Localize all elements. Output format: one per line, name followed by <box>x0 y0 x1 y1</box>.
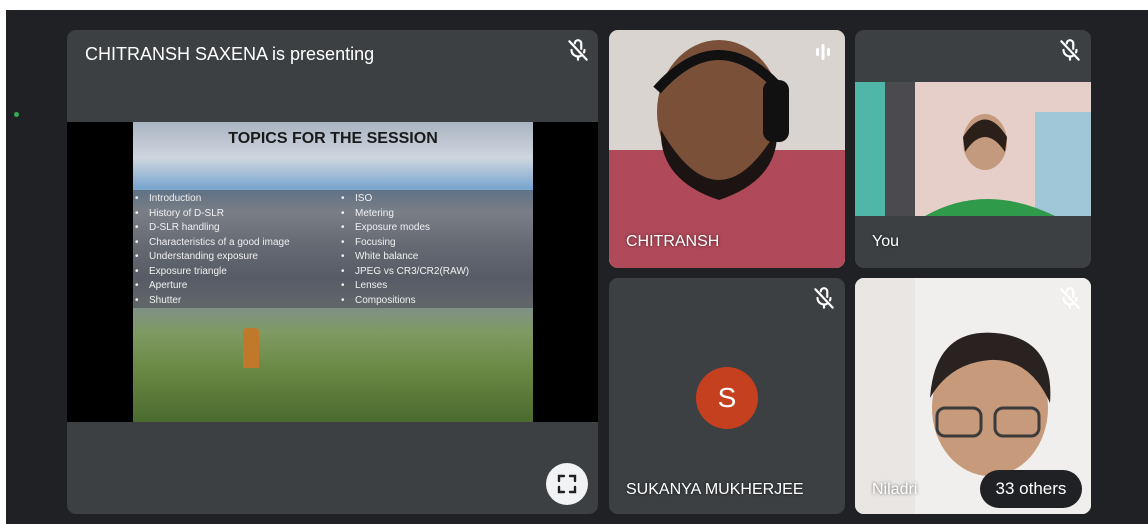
mic-off-icon <box>814 287 834 309</box>
topic-item: History of D-SLR <box>135 207 290 222</box>
participant-name: CHITRANSH <box>626 233 720 250</box>
mic-off-icon <box>1060 39 1080 61</box>
participant-tile-you[interactable]: You <box>855 30 1091 268</box>
avatar: S <box>696 367 758 429</box>
topic-item: White balance <box>341 250 469 265</box>
slide-title: TOPICS FOR THE SESSION <box>228 130 438 147</box>
fullscreen-icon <box>557 474 577 494</box>
participant-name: SUKANYA MUKHERJEE <box>626 481 804 498</box>
topics-right-list: ISO Metering Exposure modes Focusing Whi… <box>341 192 469 308</box>
others-count-button[interactable]: 33 others <box>980 470 1082 508</box>
topic-item: Exposure modes <box>341 221 469 236</box>
audio-level-icon <box>816 44 830 60</box>
mic-off-icon <box>568 39 588 61</box>
activity-dot <box>14 112 19 117</box>
participant-tile-sukanya[interactable]: S SUKANYA MUKHERJEE <box>609 278 845 514</box>
topic-item: Characteristics of a good image <box>135 236 290 251</box>
presentation-title: CHITRANSH SAXENA is presenting <box>85 44 375 64</box>
presentation-tile[interactable]: CHITRANSH SAXENA is presenting TOPICS FO… <box>67 30 598 514</box>
participant-name: Niladri <box>872 481 918 498</box>
topic-item: Compositions <box>341 294 469 309</box>
fullscreen-button[interactable] <box>546 463 588 505</box>
topics-left-list: Introduction History of D-SLR D-SLR hand… <box>135 192 290 308</box>
participant-name: You <box>872 233 899 250</box>
topic-item: Understanding exposure <box>135 250 290 265</box>
presentation-slide: TOPICS FOR THE SESSION Introduction Hist… <box>133 122 533 422</box>
participant-tile-chitransh[interactable]: CHITRANSH <box>609 30 845 268</box>
slide-figure <box>243 328 259 368</box>
topic-item: D-SLR handling <box>135 221 290 236</box>
topic-item: Exposure triangle <box>135 265 290 280</box>
topic-item: Shutter <box>135 294 290 309</box>
topic-item: Focusing <box>341 236 469 251</box>
topic-item: Aperture <box>135 279 290 294</box>
participant-tile-niladri[interactable]: Niladri 33 others <box>855 278 1091 514</box>
shared-screen: TOPICS FOR THE SESSION Introduction Hist… <box>67 122 598 422</box>
participant-video <box>855 82 1091 216</box>
topic-item: Lenses <box>341 279 469 294</box>
topic-item: ISO <box>341 192 469 207</box>
topic-item: JPEG vs CR3/CR2(RAW) <box>341 265 469 280</box>
topic-item: Introduction <box>135 192 290 207</box>
mic-off-icon <box>1060 287 1080 309</box>
topic-item: Metering <box>341 207 469 222</box>
